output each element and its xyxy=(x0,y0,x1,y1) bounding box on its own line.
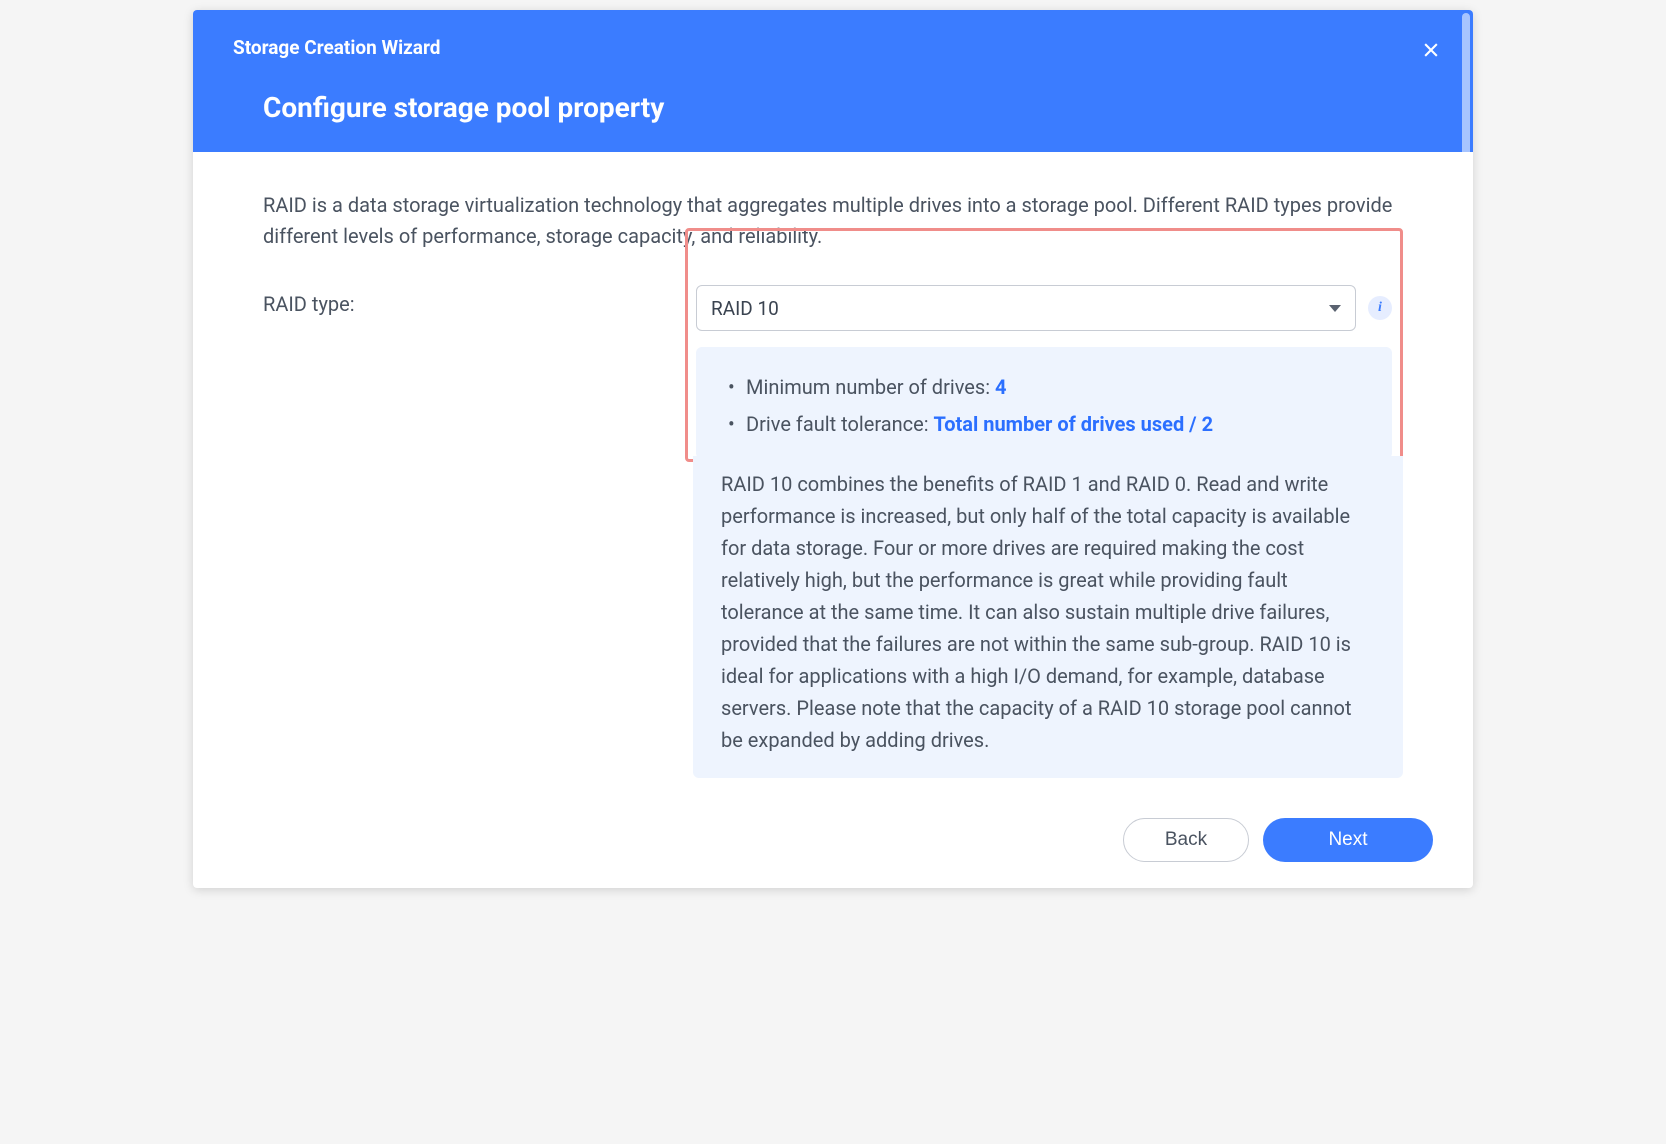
raid-info-panel: Minimum number of drives: 4 Drive fault … xyxy=(696,347,1392,459)
dialog-header: Storage Creation Wizard Configure storag… xyxy=(193,10,1473,152)
raid-type-select[interactable]: RAID 10 xyxy=(696,285,1356,331)
next-button[interactable]: Next xyxy=(1263,818,1433,862)
dialog-body: RAID is a data storage virtualization te… xyxy=(193,152,1473,800)
close-icon xyxy=(1421,40,1441,60)
fault-tolerance-label: Drive fault tolerance: xyxy=(746,412,934,436)
page-title: Configure storage pool property xyxy=(263,91,1433,124)
fault-tolerance-value: Total number of drives used / 2 xyxy=(934,412,1214,436)
storage-wizard-dialog: Storage Creation Wizard Configure storag… xyxy=(193,10,1473,888)
highlight-annotation: RAID 10 i Minimum number of drives: 4 xyxy=(685,228,1403,462)
back-button[interactable]: Back xyxy=(1123,818,1249,862)
raid-type-label: RAID type: xyxy=(263,282,693,316)
close-button[interactable] xyxy=(1417,36,1445,64)
raid-description: RAID 10 combines the benefits of RAID 1 … xyxy=(693,456,1403,778)
raid-info-list: Minimum number of drives: 4 Drive fault … xyxy=(724,369,1364,443)
dialog-footer: Back Next xyxy=(193,800,1473,888)
min-drives-item: Minimum number of drives: 4 xyxy=(724,369,1364,406)
chevron-down-icon xyxy=(1329,305,1341,312)
min-drives-label: Minimum number of drives: xyxy=(746,375,995,399)
raid-type-value-column: RAID 10 i Minimum number of drives: 4 xyxy=(693,282,1403,778)
fault-tolerance-item: Drive fault tolerance: Total number of d… xyxy=(724,406,1364,443)
wizard-title: Storage Creation Wizard xyxy=(233,36,1433,59)
raid-type-selected-value: RAID 10 xyxy=(711,297,779,320)
scrollbar-thumb[interactable] xyxy=(1462,13,1470,168)
min-drives-value: 4 xyxy=(995,375,1006,399)
raid-type-row: RAID type: RAID 10 i xyxy=(263,282,1403,778)
info-icon[interactable]: i xyxy=(1368,296,1392,320)
